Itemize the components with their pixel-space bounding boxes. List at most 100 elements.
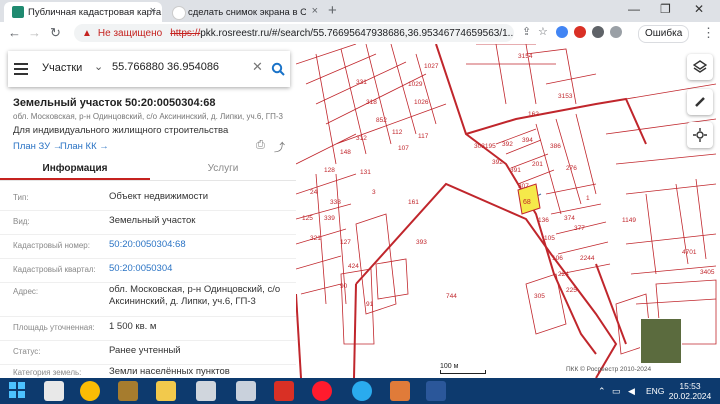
opera-icon[interactable] xyxy=(312,381,332,401)
folder-icon[interactable] xyxy=(156,381,176,401)
svg-text:24: 24 xyxy=(310,189,318,196)
svg-text:1149: 1149 xyxy=(622,217,636,224)
info-row-kind: Вид: Земельный участок xyxy=(0,210,296,235)
app-icon[interactable] xyxy=(44,381,64,401)
language-indicator[interactable]: ENG xyxy=(646,386,664,396)
clock[interactable]: 15:53 20.02.2024 xyxy=(665,381,715,401)
plan-zu-link[interactable]: План ЗУ → xyxy=(13,141,62,152)
extension-icon[interactable] xyxy=(574,26,586,38)
maximize-icon[interactable]: ❐ xyxy=(660,2,671,16)
svg-text:225: 225 xyxy=(566,287,577,294)
app-icon[interactable] xyxy=(236,381,256,401)
svg-text:1026: 1026 xyxy=(414,99,429,106)
tray-chevron-icon[interactable]: ⌃ xyxy=(598,386,606,397)
warning-icon[interactable]: ▲ xyxy=(82,28,92,39)
hamburger-icon[interactable] xyxy=(14,63,28,78)
tab-google-search[interactable]: сделать снимок экрана в Chrom × xyxy=(164,2,324,22)
forward-icon[interactable]: → xyxy=(28,25,41,40)
chevron-down-icon[interactable]: ⌄ xyxy=(94,60,103,73)
tab-pkk[interactable]: Публичная кадастровая карта × xyxy=(4,2,162,22)
address-bar: ← → ↻ ▲ Не защищено https://pkk.rosreest… xyxy=(0,22,720,45)
svg-text:276: 276 xyxy=(566,165,577,172)
share-icon[interactable]: ⤴ xyxy=(274,139,285,155)
layer-select[interactable]: Участки xyxy=(42,62,82,74)
google-favicon xyxy=(172,6,186,20)
volume-icon[interactable]: ◀ xyxy=(628,386,635,397)
svg-text:125: 125 xyxy=(302,215,313,222)
menu-icon[interactable]: ⋮ xyxy=(702,25,715,41)
info-row-cadastral-quarter: Кадастровый квартал: 50:20:0050304 xyxy=(0,258,296,283)
url-text: https://pkk.rosreestr.ru/#/search/55.766… xyxy=(170,27,514,39)
windows-taskbar: ⌃ ▭ ◀ ENG 15:53 20.02.2024 xyxy=(0,378,720,404)
svg-text:391: 391 xyxy=(510,167,521,174)
tab-services[interactable]: Услуги xyxy=(150,158,296,180)
svg-text:1029: 1029 xyxy=(408,81,423,88)
windows-start-icon[interactable] xyxy=(8,381,28,401)
svg-text:338: 338 xyxy=(330,199,341,206)
info-row-status: Статус: Ранее учтенный xyxy=(0,340,296,365)
chrome-icon[interactable] xyxy=(80,381,100,401)
calculator-icon[interactable] xyxy=(196,381,216,401)
bookmark-icon[interactable]: ☆ xyxy=(538,25,548,38)
minimize-icon[interactable]: — xyxy=(628,2,640,16)
info-tabs: Информация Услуги xyxy=(0,158,296,181)
not-secure-label: Не защищено xyxy=(97,27,163,39)
app-icon[interactable] xyxy=(118,381,138,401)
svg-text:321: 321 xyxy=(310,235,321,242)
reload-icon[interactable]: ↻ xyxy=(50,25,61,41)
close-tab-icon[interactable]: × xyxy=(150,5,156,17)
svg-text:91: 91 xyxy=(366,301,374,308)
info-row-address: Адрес: обл. Московская, р-н Одинцовский,… xyxy=(0,282,296,317)
puzzle-icon[interactable] xyxy=(610,26,622,38)
profile-error-button[interactable]: Ошибка xyxy=(638,25,690,43)
back-icon[interactable]: ← xyxy=(8,25,21,40)
svg-text:339: 339 xyxy=(324,215,335,222)
svg-text:3405: 3405 xyxy=(700,269,715,276)
svg-text:90: 90 xyxy=(340,283,348,290)
layers-icon[interactable] xyxy=(687,54,713,80)
app-icon[interactable] xyxy=(274,381,294,401)
url-field[interactable]: ▲ Не защищено https://pkk.rosreestr.ru/#… xyxy=(74,24,514,42)
svg-text:744: 744 xyxy=(446,293,457,300)
svg-text:112: 112 xyxy=(392,129,403,136)
svg-text:224: 224 xyxy=(558,271,569,278)
clear-icon[interactable]: ✕ xyxy=(252,59,263,75)
share-icon[interactable]: ⇪ xyxy=(522,25,531,38)
parcel-purpose: Для индивидуального жилищного строительс… xyxy=(13,125,229,136)
satellite-minimap[interactable] xyxy=(640,318,682,364)
ruler-icon[interactable] xyxy=(687,89,713,115)
info-row-land-category: Категория земель: Земли населённых пункт… xyxy=(0,364,296,378)
extension-icon[interactable] xyxy=(556,26,568,38)
app-icon[interactable] xyxy=(390,381,410,401)
window-close-icon[interactable]: ✕ xyxy=(694,2,704,16)
network-icon[interactable]: ▭ xyxy=(612,386,621,397)
tab-info[interactable]: Информация xyxy=(0,158,150,180)
selected-parcel-label: 68 xyxy=(523,199,531,206)
tab-title: сделать снимок экрана в Chrom xyxy=(188,6,306,18)
search-input[interactable]: 55.766880 36.954086 xyxy=(112,61,219,73)
svg-text:3153: 3153 xyxy=(558,93,573,100)
svg-text:331: 331 xyxy=(356,79,367,86)
telegram-icon[interactable] xyxy=(352,381,372,401)
svg-text:4701: 4701 xyxy=(682,249,697,256)
svg-text:377: 377 xyxy=(574,225,585,232)
cadastral-number-link[interactable]: 50:20:0050304:68 xyxy=(109,239,289,251)
svg-text:318: 318 xyxy=(366,99,377,106)
search-button[interactable] xyxy=(266,51,290,87)
print-icon[interactable]: ⎙ xyxy=(256,139,265,152)
map-copyright: ПКК © Росреестр 2010-2024 xyxy=(566,366,652,373)
locate-icon[interactable] xyxy=(687,122,713,148)
word-icon[interactable] xyxy=(426,381,446,401)
new-tab-icon[interactable]: + xyxy=(328,2,337,19)
svg-text:117: 117 xyxy=(418,133,429,140)
svg-text:3154: 3154 xyxy=(518,53,533,60)
cadastral-quarter-link[interactable]: 50:20:0050304 xyxy=(109,263,289,275)
extension-icon[interactable] xyxy=(592,26,604,38)
plan-kk-link[interactable]: План КК → xyxy=(60,141,109,152)
close-tab-icon[interactable]: × xyxy=(312,5,318,17)
tab-title: Публичная кадастровая карта xyxy=(28,6,162,18)
svg-text:2244: 2244 xyxy=(580,255,595,262)
svg-text:393: 393 xyxy=(416,239,427,246)
svg-text:131: 131 xyxy=(360,169,371,176)
parcel-address: обл. Московская, р-н Одинцовский, с/о Ак… xyxy=(13,112,283,121)
